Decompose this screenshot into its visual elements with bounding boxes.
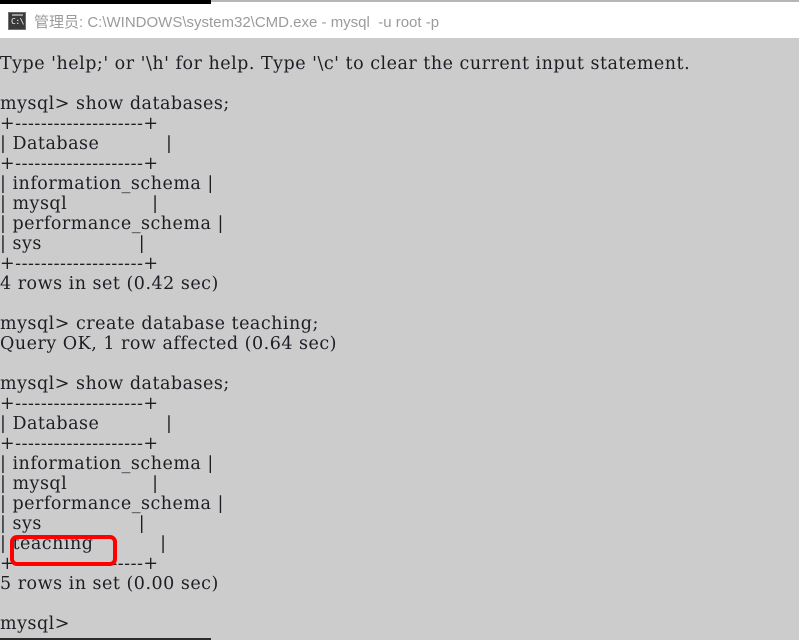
window-title: 管理员: C:\WINDOWS\system32\CMD.exe - mysql… [34, 13, 440, 31]
console-line: | Database | [0, 414, 173, 434]
console-line: | teaching | [0, 534, 167, 554]
command-prompt-window: C:\ 管理员: C:\WINDOWS\system32\CMD.exe - m… [0, 0, 799, 640]
title-bar[interactable]: C:\ 管理员: C:\WINDOWS\system32\CMD.exe - m… [0, 4, 799, 38]
console-line: +--------------------+ [0, 254, 159, 274]
cmd-icon-topbar [12, 14, 23, 16]
console-line: | sys | [0, 514, 146, 534]
console-line: | mysql | [0, 474, 159, 494]
window-top-hairline [211, 0, 799, 2]
console-line: | performance_schema | [0, 214, 224, 234]
console-output-area[interactable]: Type 'help;' or '\h' for help. Type '\c'… [0, 38, 799, 640]
cmd-icon-prompt-glyph: C:\ [11, 17, 24, 26]
console-line: Query OK, 1 row affected (0.64 sec) [0, 334, 337, 354]
console-line: | Database | [0, 134, 173, 154]
console-line: | sys | [0, 234, 146, 254]
console-line: mysql> show databases; [0, 374, 230, 394]
console-line: | information_schema | [0, 454, 214, 474]
console-line: +--------------------+ [0, 434, 159, 454]
console-line: | performance_schema | [0, 494, 224, 514]
console-line: +--------------------+ [0, 394, 159, 414]
console-line: mysql> show databases; [0, 94, 230, 114]
console-line: +--------------------+ [0, 114, 159, 134]
console-line: Type 'help;' or '\h' for help. Type '\c'… [0, 54, 691, 74]
console-text: Type 'help;' or '\h' for help. Type '\c'… [0, 54, 690, 634]
console-line: | information_schema | [0, 174, 214, 194]
console-line: | mysql | [0, 194, 159, 214]
console-line: +--------------------+ [0, 554, 159, 574]
console-line: 5 rows in set (0.00 sec) [0, 574, 219, 594]
cmd-console-icon: C:\ [8, 12, 26, 30]
console-line: mysql> [0, 614, 70, 634]
console-line: 4 rows in set (0.42 sec) [0, 274, 219, 294]
console-line: +--------------------+ [0, 154, 159, 174]
console-line: mysql> create database teaching; [0, 314, 319, 334]
